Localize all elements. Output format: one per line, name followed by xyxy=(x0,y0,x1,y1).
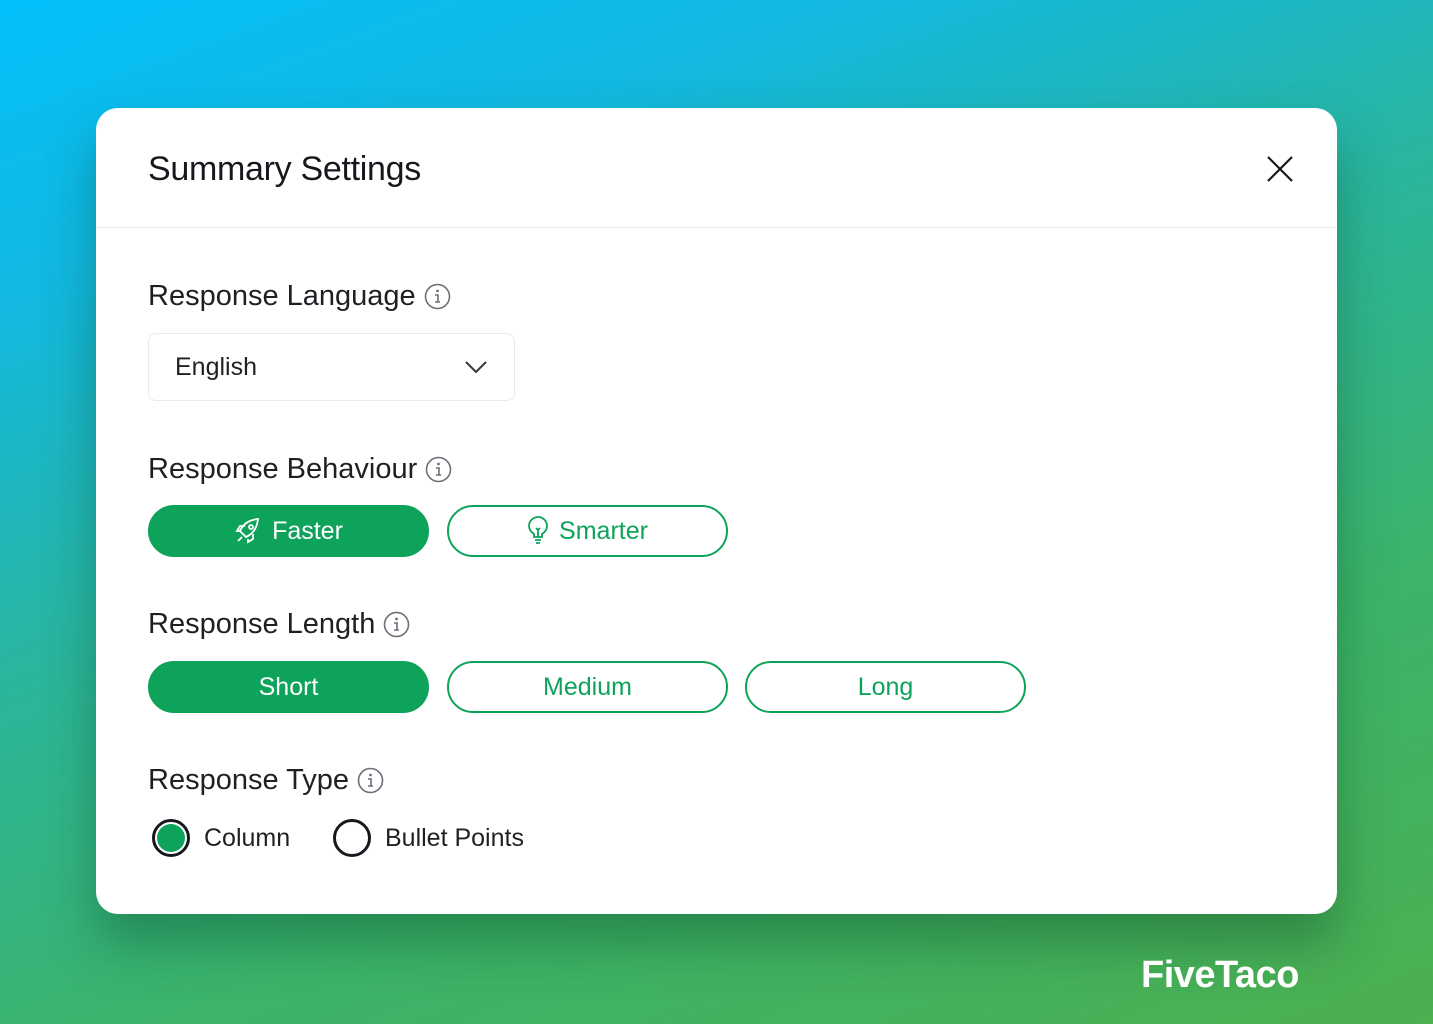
label-text: Response Language xyxy=(148,280,416,312)
response-behaviour-label: Response Behaviour xyxy=(148,453,452,486)
chevron-down-icon xyxy=(465,361,487,374)
length-long-button[interactable]: Long xyxy=(745,661,1026,713)
length-medium-button[interactable]: Medium xyxy=(447,661,728,713)
rocket-icon xyxy=(235,517,260,544)
language-select[interactable]: English xyxy=(148,333,515,401)
brand-logo: FiveTaco xyxy=(1141,954,1299,996)
dialog-title: Summary Settings xyxy=(148,150,421,188)
button-label: Medium xyxy=(543,672,632,701)
button-label: Faster xyxy=(272,516,343,545)
behaviour-faster-button[interactable]: Faster xyxy=(148,505,429,557)
type-bullet-points-radio[interactable]: Bullet Points xyxy=(333,819,524,857)
info-icon[interactable] xyxy=(424,283,451,310)
label-text: Response Type xyxy=(148,764,349,796)
info-icon[interactable] xyxy=(383,611,410,638)
behaviour-smarter-button[interactable]: Smarter xyxy=(447,505,728,557)
language-value: English xyxy=(175,352,257,381)
radio-circle[interactable] xyxy=(333,819,371,857)
label-text: Response Behaviour xyxy=(148,453,418,485)
response-type-label: Response Type xyxy=(148,764,384,797)
radio-circle[interactable] xyxy=(152,819,190,857)
summary-settings-dialog: Summary Settings Response Language Engli… xyxy=(96,108,1337,914)
length-short-button[interactable]: Short xyxy=(148,661,429,713)
label-text: Response Length xyxy=(148,608,376,640)
info-icon[interactable] xyxy=(357,767,384,794)
button-label: Long xyxy=(857,672,914,701)
button-label: Smarter xyxy=(559,516,648,545)
dialog-header: Summary Settings xyxy=(96,108,1337,228)
response-length-label: Response Length xyxy=(148,608,410,641)
radio-label: Column xyxy=(204,823,291,852)
close-icon[interactable] xyxy=(1263,152,1297,186)
lightbulb-icon xyxy=(528,516,548,544)
button-label: Short xyxy=(258,672,319,701)
radio-selected-dot xyxy=(157,824,185,852)
type-column-radio[interactable]: Column xyxy=(152,819,290,857)
radio-label: Bullet Points xyxy=(385,823,524,852)
response-language-label: Response Language xyxy=(148,280,451,313)
info-icon[interactable] xyxy=(425,456,452,483)
